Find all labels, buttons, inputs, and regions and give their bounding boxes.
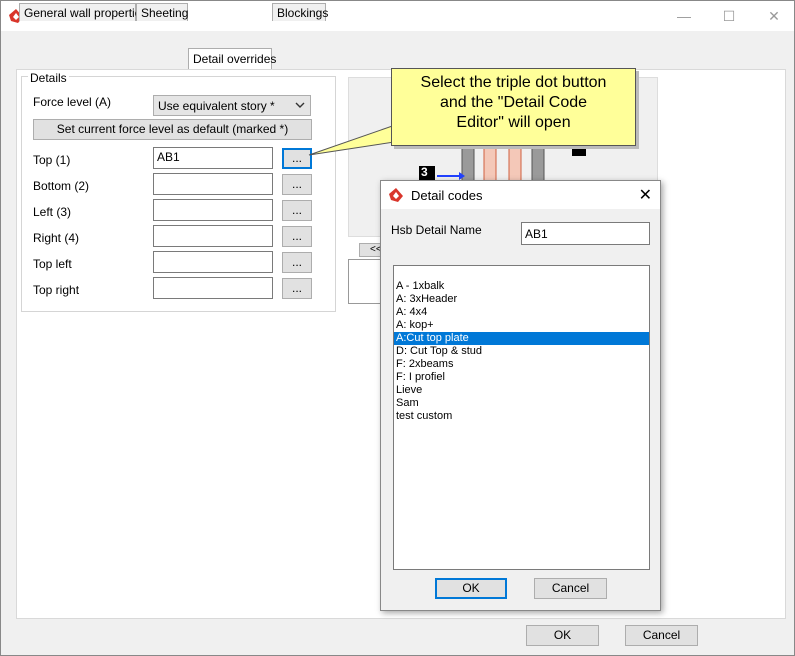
top-1-input[interactable]: AB1 [153,147,273,169]
list-item[interactable]: F: 2xbeams [394,358,649,371]
list-item[interactable]: A - 1xbalk [394,280,649,293]
top-left-label: Top left [33,257,72,271]
bottom-2-label: Bottom (2) [33,179,90,193]
dialog-ok-button[interactable]: OK [435,578,507,599]
details-group-title: Details [28,71,69,85]
force-level-label: Force level (A) [33,95,112,109]
callout-line-3: Editor" will open [456,114,571,131]
maximize-button[interactable]: ☐ [714,5,744,27]
list-item[interactable]: Lieve [394,384,649,397]
top-right-input[interactable] [153,277,273,299]
tab-detail-overrides[interactable]: Detail overrides [188,48,276,69]
cancel-button[interactable]: Cancel [625,625,698,646]
wall-definition-window: Wall definition — ☐ ✕ General wall prope… [0,0,795,656]
left-3-input[interactable] [153,199,273,221]
tab-blockings[interactable]: Blockings [272,3,328,21]
force-level-value: Use equivalent story * [158,99,275,113]
set-default-force-level-button[interactable]: Set current force level as default (mark… [33,119,312,140]
force-level-select[interactable]: Use equivalent story * [153,95,311,116]
list-item[interactable]: test custom [394,410,649,423]
right-4-label: Right (4) [33,231,80,245]
top-right-label: Top right [33,283,80,297]
hsb-detail-name-label: Hsb Detail Name [391,223,482,237]
dialog-app-logo-icon [389,188,403,202]
instruction-callout: Select the triple dot button and the "De… [391,68,636,146]
dialog-cancel-button[interactable]: Cancel [534,578,607,599]
tab-general-wall-properties[interactable]: General wall properties [19,3,147,21]
close-button[interactable]: ✕ [759,5,789,27]
top-left-ellipsis-button[interactable]: ... [282,252,312,273]
callout-line-2: and the "Detail Code [439,94,588,111]
top-right-ellipsis-button[interactable]: ... [282,278,312,299]
bottom-2-ellipsis-button[interactable]: ... [282,174,312,195]
dialog-close-button[interactable]: ✕ [639,185,652,205]
callout-line-1: Select the triple dot button [420,74,607,91]
list-item[interactable]: D: Cut Top & stud [394,345,649,358]
bottom-2-input[interactable] [153,173,273,195]
list-item[interactable]: A: 4x4 [394,306,649,319]
list-item[interactable]: F: I profiel [394,371,649,384]
hsb-detail-name-input[interactable]: AB1 [521,222,650,245]
chevron-down-icon [295,102,305,108]
left-3-ellipsis-button[interactable]: ... [282,200,312,221]
preview-marker-number: 3 [421,165,428,179]
right-4-input[interactable] [153,225,273,247]
tab-sheeting[interactable]: Sheeting [136,3,188,21]
right-4-ellipsis-button[interactable]: ... [282,226,312,247]
list-item[interactable]: Sam [394,397,649,410]
list-item[interactable]: A: 3xHeader [394,293,649,306]
left-3-label: Left (3) [33,205,72,219]
detail-codes-dialog: Detail codes ✕ Hsb Detail Name AB1 A - 1… [380,180,661,611]
ok-button[interactable]: OK [526,625,599,646]
top-1-label: Top (1) [33,153,71,167]
dialog-title-bar: Detail codes ✕ [381,181,660,209]
top-left-input[interactable] [153,251,273,273]
dialog-title: Detail codes [411,188,483,203]
detail-codes-list[interactable]: A - 1xbalk A: 3xHeader A: 4x4 A: kop+ A:… [393,265,650,570]
list-item-selected[interactable]: A:Cut top plate [394,332,649,345]
list-item[interactable]: A: kop+ [394,319,649,332]
minimize-button[interactable]: — [669,5,699,27]
